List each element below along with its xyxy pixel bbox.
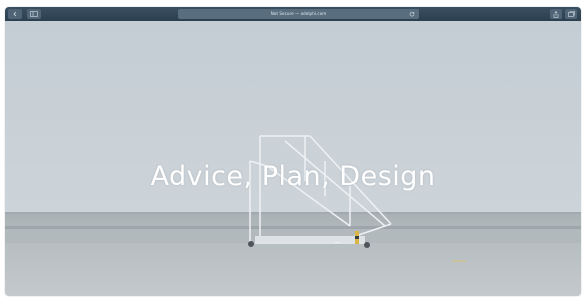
browser-toolbar: Not Secure — adelphi.com [5, 7, 581, 21]
share-icon [553, 10, 559, 18]
chevron-left-icon [13, 11, 17, 17]
address-bar[interactable]: Not Secure — adelphi.com [178, 9, 419, 19]
hero-title: Advice, Plan, Design [150, 161, 436, 192]
browser-window: Not Secure — adelphi.com Advice, Plan, D… [5, 7, 581, 296]
back-button[interactable] [8, 9, 22, 19]
stairs-wheel-right [364, 242, 370, 248]
ground-marker [452, 260, 466, 262]
warning-post-stripe [355, 236, 359, 239]
stairs-wheel-left [248, 241, 254, 247]
stairs-base [255, 236, 365, 242]
page-viewport: Advice, Plan, Design [5, 21, 581, 296]
tabs-button[interactable] [565, 9, 577, 19]
runway-stripe [5, 226, 581, 229]
ground [5, 213, 581, 296]
reload-icon[interactable] [409, 11, 415, 17]
hero-image [5, 21, 581, 296]
share-button[interactable] [550, 9, 562, 19]
horizon-line [5, 212, 581, 214]
sidebar-icon [30, 11, 38, 17]
tabs-icon [567, 11, 575, 17]
sidebar-button[interactable] [27, 9, 41, 19]
address-text: Not Secure — adelphi.com [270, 11, 327, 16]
